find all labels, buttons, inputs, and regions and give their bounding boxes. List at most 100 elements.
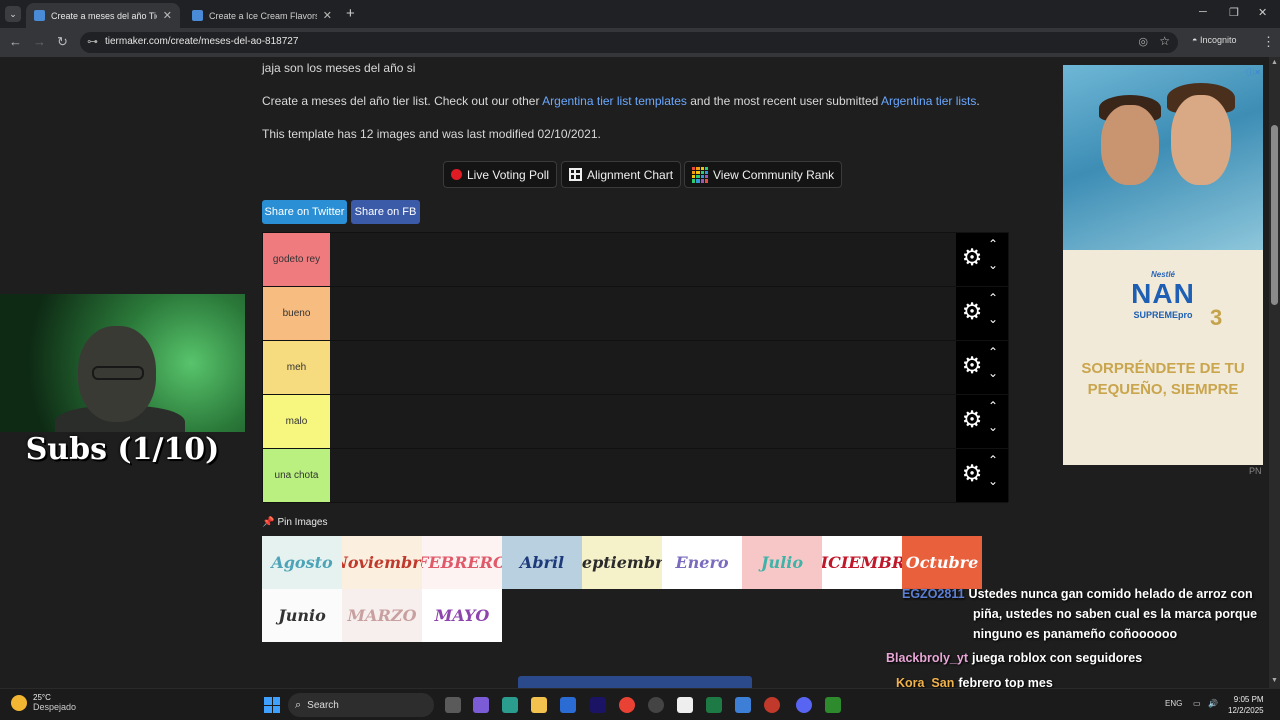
- new-tab-button[interactable]: +: [346, 5, 355, 22]
- button-label: Share on FB: [354, 206, 417, 218]
- month-image-tile[interactable]: Agosto: [262, 536, 342, 589]
- reload-button[interactable]: ↻: [57, 34, 68, 50]
- tier-label[interactable]: godeto rey: [263, 233, 330, 286]
- save-download-button[interactable]: [518, 676, 752, 688]
- chevron-up-icon[interactable]: ⌃: [988, 237, 998, 251]
- weather-widget[interactable]: 25°C Despejado: [11, 693, 76, 712]
- month-image-tile[interactable]: Junio: [262, 589, 342, 642]
- close-icon[interactable]: ✕: [323, 9, 332, 22]
- chevron-down-icon[interactable]: ⌄: [988, 474, 998, 488]
- ad-brand: NAN: [1131, 278, 1195, 309]
- chrome-icon[interactable]: [619, 697, 635, 713]
- tier-drop-zone[interactable]: [330, 287, 956, 340]
- tier-label[interactable]: meh: [263, 341, 330, 394]
- tab-meses[interactable]: Create a meses del año Tier List ✕: [26, 3, 180, 28]
- tracking-eye-icon[interactable]: ◎: [1138, 35, 1148, 48]
- browser-menu-button[interactable]: ⋮: [1262, 34, 1275, 50]
- gear-icon[interactable]: ⚙: [960, 461, 984, 485]
- chevron-up-icon[interactable]: ⌃: [988, 291, 998, 305]
- obs-icon[interactable]: [648, 697, 664, 713]
- forward-button[interactable]: →: [33, 34, 46, 49]
- scroll-up-arrow[interactable]: ▲: [1271, 59, 1278, 66]
- argentina-tier-lists-link[interactable]: Argentina tier lists: [881, 94, 976, 108]
- month-image-tile[interactable]: Noviembre: [342, 536, 422, 589]
- tier-drop-zone[interactable]: [330, 233, 956, 286]
- chevron-up-icon[interactable]: ⌃: [988, 399, 998, 413]
- tab-search-button[interactable]: ⌄: [5, 6, 21, 22]
- task-view-icon[interactable]: [445, 697, 461, 713]
- chevron-up-icon[interactable]: ⌃: [988, 345, 998, 359]
- tier-label[interactable]: bueno: [263, 287, 330, 340]
- chevron-down-icon[interactable]: ⌄: [988, 258, 998, 272]
- gear-icon[interactable]: ⚙: [960, 245, 984, 269]
- month-image-tile[interactable]: MARZO: [342, 589, 422, 642]
- adchoices-icon[interactable]: ⓘ✕: [1246, 67, 1261, 78]
- excel-icon[interactable]: [706, 697, 722, 713]
- subs-counter: Subs (1/10): [25, 432, 220, 467]
- tab-ice-cream[interactable]: Create a Ice Cream Flavors Tier List ✕: [184, 3, 340, 28]
- advertisement[interactable]: ⓘ✕ Nestlé NAN SUPREMEpro 3 SORPRÉNDETE D…: [1063, 65, 1263, 465]
- month-image-tile[interactable]: Julio: [742, 536, 822, 589]
- restore-button[interactable]: ❐: [1229, 6, 1239, 19]
- window-close-button[interactable]: ✕: [1258, 6, 1267, 19]
- month-image-tile[interactable]: Abril: [502, 536, 582, 589]
- scroll-down-arrow[interactable]: ▼: [1271, 677, 1278, 684]
- app-icon[interactable]: [735, 697, 751, 713]
- url-text[interactable]: tiermaker.com/create/meses-del-ao-818727: [105, 36, 298, 47]
- chevron-down-icon[interactable]: ⌄: [988, 312, 998, 326]
- back-button[interactable]: ←: [9, 34, 22, 49]
- language-indicator[interactable]: ENG: [1165, 699, 1182, 708]
- minecraft-icon[interactable]: [825, 697, 841, 713]
- share-fb-button[interactable]: Share on FB: [351, 200, 420, 224]
- bookmark-star-icon[interactable]: ☆: [1159, 34, 1170, 48]
- close-icon[interactable]: ✕: [163, 9, 172, 22]
- network-icon[interactable]: ▭: [1193, 699, 1201, 708]
- pin-images-toggle[interactable]: 📌 Pin Images: [262, 517, 327, 528]
- tier-drop-zone[interactable]: [330, 395, 956, 448]
- month-image-text: DICIEMBRE: [822, 553, 902, 572]
- alignment-chart-button[interactable]: Alignment Chart: [561, 161, 682, 188]
- store-icon[interactable]: [560, 697, 576, 713]
- tier-label[interactable]: malo: [263, 395, 330, 448]
- chat-message: EGZO2811 Ustedes nunca gan comido helado …: [902, 584, 1253, 604]
- page-scrollbar[interactable]: ▲ ▼: [1269, 57, 1280, 688]
- month-image-tile[interactable]: Enero: [662, 536, 742, 589]
- capcut-icon[interactable]: [677, 697, 693, 713]
- app-icon[interactable]: [764, 697, 780, 713]
- gear-icon[interactable]: ⚙: [960, 299, 984, 323]
- copilot-icon[interactable]: [473, 697, 489, 713]
- month-image-tile[interactable]: FEBRERO: [422, 536, 502, 589]
- tier-drop-zone[interactable]: [330, 341, 956, 394]
- edge-icon[interactable]: [502, 697, 518, 713]
- system-clock[interactable]: 9:05 PM 12/2/2025: [1228, 694, 1264, 716]
- site-info-icon[interactable]: ⊶: [87, 35, 98, 48]
- gear-icon[interactable]: ⚙: [960, 353, 984, 377]
- tier-label-text: malo: [285, 416, 308, 427]
- chevron-down-icon[interactable]: ⌄: [988, 420, 998, 434]
- argentina-templates-link[interactable]: Argentina tier list templates: [542, 94, 687, 108]
- view-community-rank-button[interactable]: View Community Rank: [684, 161, 843, 188]
- scroll-thumb[interactable]: [1271, 125, 1278, 305]
- month-image-tile[interactable]: Septiembre: [582, 536, 662, 589]
- windows-start-button[interactable]: [264, 697, 280, 713]
- chevron-down-icon[interactable]: ⌄: [988, 366, 998, 380]
- chevron-up-icon[interactable]: ⌃: [988, 453, 998, 467]
- tier-label[interactable]: una chota: [263, 449, 330, 502]
- minimize-button[interactable]: ─: [1199, 6, 1207, 18]
- month-image-tile[interactable]: DICIEMBRE: [822, 536, 902, 589]
- tier-drop-zone[interactable]: [330, 449, 956, 502]
- share-twitter-button[interactable]: Share on Twitter: [262, 200, 347, 224]
- button-label: Live Voting Poll: [467, 167, 550, 182]
- live-voting-poll-button[interactable]: Live Voting Poll: [443, 161, 558, 188]
- taskbar-search[interactable]: ⌕ Search: [288, 693, 434, 717]
- volume-icon[interactable]: 🔊: [1208, 699, 1218, 708]
- discord-icon[interactable]: [796, 697, 812, 713]
- address-bar[interactable]: ⊶ tiermaker.com/create/meses-del-ao-8187…: [80, 32, 1178, 53]
- premiere-icon[interactable]: [590, 697, 606, 713]
- gear-icon[interactable]: ⚙: [960, 407, 984, 431]
- month-image-tile[interactable]: Octubre: [902, 536, 982, 589]
- file-explorer-icon[interactable]: [531, 697, 547, 713]
- incognito-indicator[interactable]: ◓ Incognito: [1192, 35, 1236, 45]
- month-image-tile[interactable]: MAYO: [422, 589, 502, 642]
- month-image-text: Julio: [760, 553, 804, 572]
